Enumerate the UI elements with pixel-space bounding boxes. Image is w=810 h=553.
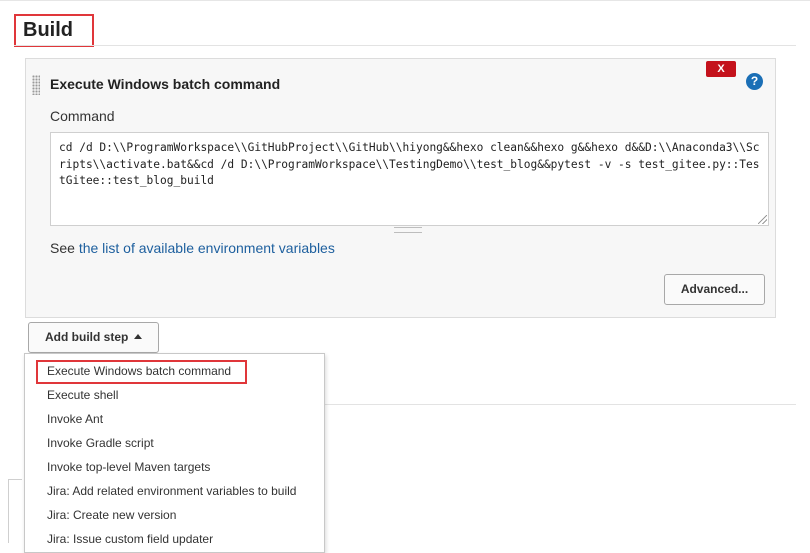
step-title: Execute Windows batch command (50, 76, 281, 92)
menu-item-invoke-maven[interactable]: Invoke top-level Maven targets (47, 460, 210, 474)
build-step-panel: Execute Windows batch command X ? Comman… (25, 58, 776, 318)
menu-item-jira-env-vars[interactable]: Jira: Add related environment variables … (47, 484, 296, 498)
background-panel-edge (8, 479, 9, 543)
menu-item-execute-shell[interactable]: Execute shell (47, 388, 118, 402)
add-build-step-label: Add build step (45, 330, 129, 344)
menu-item-invoke-gradle[interactable]: Invoke Gradle script (47, 436, 154, 450)
background-panel-edge-top (8, 479, 22, 480)
delete-step-button[interactable]: X (706, 61, 736, 77)
drag-handle-icon[interactable] (32, 75, 40, 95)
help-icon[interactable]: ? (746, 73, 763, 90)
menu-item-execute-windows-batch[interactable]: Execute Windows batch command (47, 364, 231, 378)
command-label: Command (50, 108, 115, 124)
menu-item-jira-field-updater[interactable]: Jira: Issue custom field updater (47, 532, 213, 546)
textarea-resize-grip-icon[interactable] (758, 215, 767, 224)
env-variables-link[interactable]: the list of available environment variab… (79, 240, 335, 256)
top-divider (0, 0, 810, 1)
env-variables-note: See the list of available environment va… (50, 240, 335, 256)
build-step-dropdown-menu: Execute Windows batch command Execute sh… (24, 353, 325, 553)
add-build-step-button[interactable]: Add build step (28, 322, 159, 353)
env-note-prefix: See (50, 240, 79, 256)
menu-item-invoke-ant[interactable]: Invoke Ant (47, 412, 103, 426)
section-title: Build (23, 19, 73, 41)
section-divider (14, 45, 796, 46)
section-bottom-divider (325, 404, 796, 405)
command-textarea[interactable]: cd /d D:\\ProgramWorkspace\\GitHubProjec… (50, 132, 769, 226)
advanced-button[interactable]: Advanced... (664, 274, 765, 305)
textarea-expand-handle[interactable] (394, 227, 422, 233)
menu-item-jira-create-version[interactable]: Jira: Create new version (47, 508, 176, 522)
caret-up-icon (134, 334, 143, 339)
